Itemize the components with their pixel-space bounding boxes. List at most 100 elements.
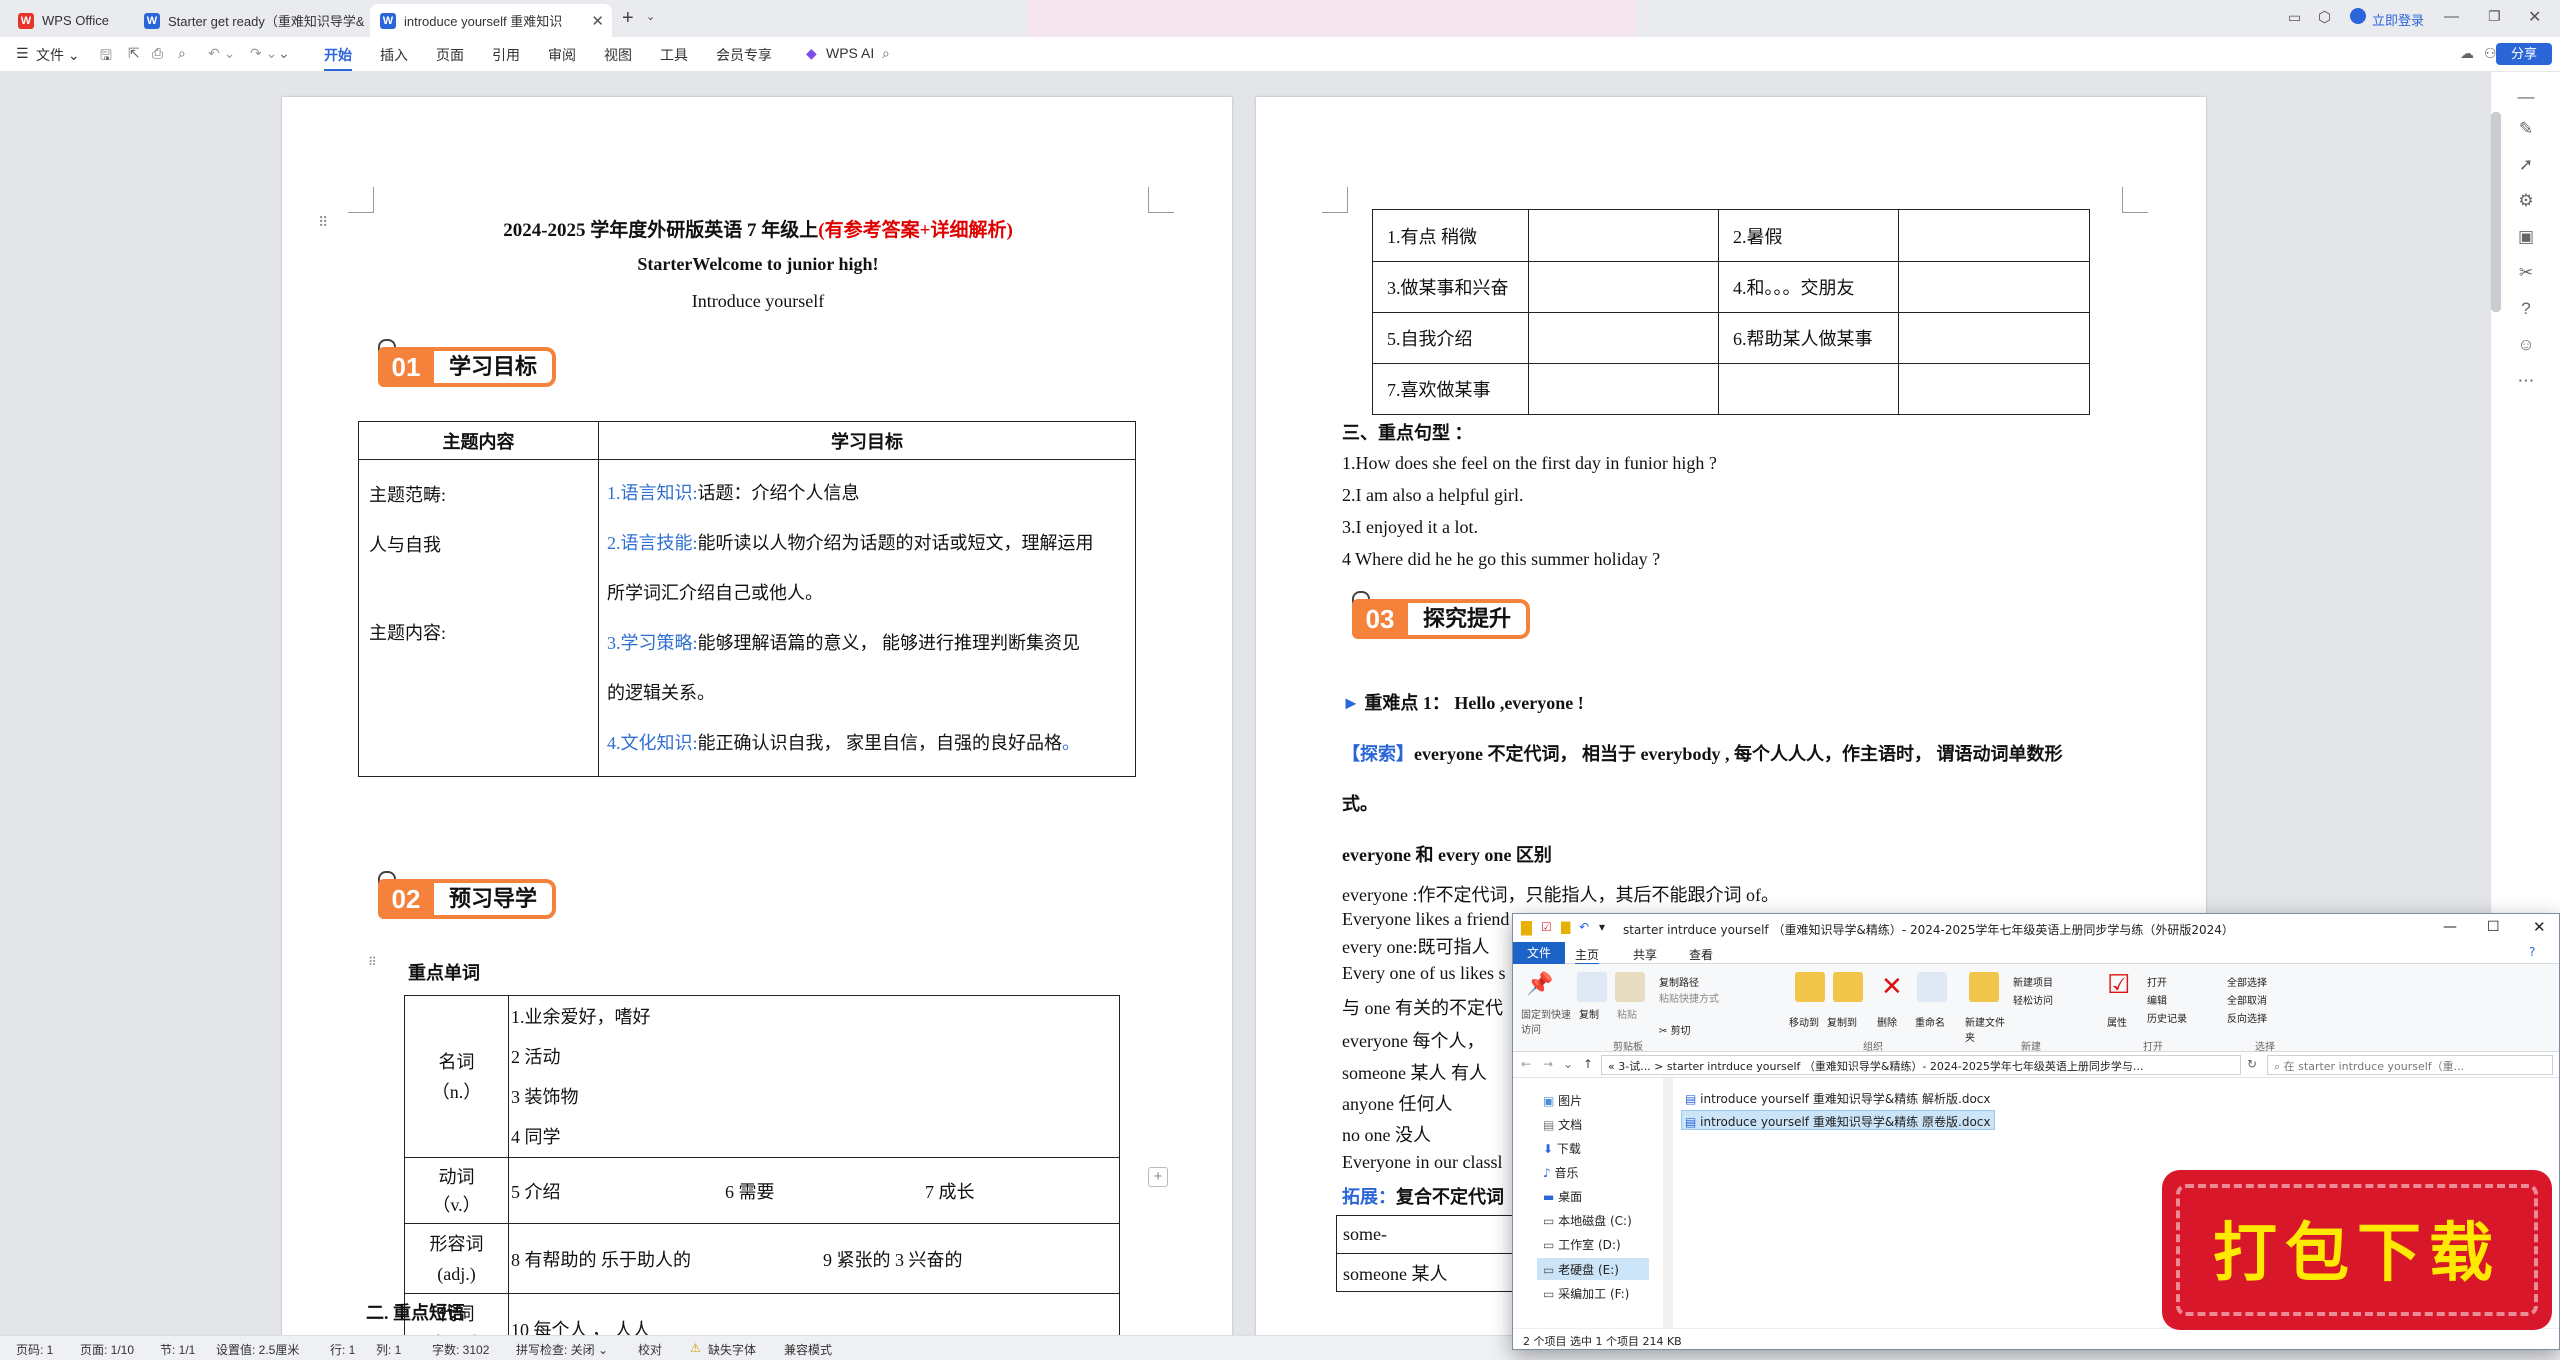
window-layout-icon[interactable]: ▭ xyxy=(2288,9,2301,26)
explorer-tab-view[interactable]: 查看 xyxy=(1689,946,1713,963)
select-all-button[interactable]: 全部选择 xyxy=(2227,974,2267,989)
nav-item-drive-e[interactable]: ▭ 老硬盘 (E:) xyxy=(1543,1261,1619,1278)
status-setting[interactable]: 设置值: 2.5厘米 xyxy=(216,1341,299,1358)
collaborate-icon[interactable]: ⚇ xyxy=(2484,45,2497,62)
status-missing-font[interactable]: 缺失字体 xyxy=(708,1341,756,1358)
user-avatar-icon[interactable] xyxy=(2350,8,2366,24)
paste-icon[interactable] xyxy=(1615,972,1645,1002)
nav-item-drive-d[interactable]: ▭ 工作室 (D:) xyxy=(1543,1236,1621,1253)
chevron-down-icon[interactable]: ▾ xyxy=(1599,920,1605,934)
maximize-icon[interactable]: ☐ xyxy=(2487,919,2500,935)
copy-icon[interactable] xyxy=(1577,972,1607,1002)
status-spellcheck[interactable]: 拼写检查: 关闭 ⌄ xyxy=(516,1341,608,1358)
file-item[interactable]: ▤ introduce yourself 重难知识导学&精练 原卷版.docx xyxy=(1685,1113,1990,1130)
table-handle-icon[interactable]: ⠿ xyxy=(368,955,377,970)
tab-introduce-yourself[interactable]: W introduce yourself 重难知识 ✕ xyxy=(370,4,612,37)
new-item-button[interactable]: 新建项目 xyxy=(2013,974,2053,989)
help-icon[interactable]: ? xyxy=(2529,945,2535,959)
tools-icon[interactable]: ✂ xyxy=(2513,260,2539,286)
explorer-tab-share[interactable]: 共享 xyxy=(1633,946,1657,963)
invert-selection-button[interactable]: 反向选择 xyxy=(2227,1010,2267,1025)
more-icon[interactable]: ⋯ xyxy=(2513,368,2539,394)
copy-path-button[interactable]: 复制路径 xyxy=(1659,974,1699,989)
copy-button[interactable]: 复制 xyxy=(1579,1006,1599,1021)
cube-icon[interactable]: ⬡ xyxy=(2318,8,2331,26)
ribbon-tab-view[interactable]: 视图 xyxy=(604,45,632,65)
history-button[interactable]: 历史记录 xyxy=(2147,1010,2187,1025)
pen-icon[interactable]: ✎ xyxy=(2513,116,2539,142)
forward-arrow-icon[interactable]: → xyxy=(1543,1057,1553,1071)
chevron-down-icon[interactable]: ⌄ xyxy=(1563,1057,1573,1071)
pin-quick-access-button[interactable]: 固定到快速访问 xyxy=(1521,1006,1573,1036)
search-input[interactable]: ⌕ 在 starter intrduce yourself（重... xyxy=(2267,1055,2553,1075)
status-proofread[interactable]: 校对 xyxy=(638,1341,662,1358)
vertical-scrollbar[interactable] xyxy=(2491,112,2501,312)
copy-to-icon[interactable] xyxy=(1833,972,1863,1002)
image-icon[interactable]: ▣ xyxy=(2513,224,2539,250)
explorer-tab-file[interactable]: 文件 xyxy=(1513,942,1565,964)
close-window-icon[interactable]: ✕ xyxy=(2533,918,2546,936)
move-to-icon[interactable] xyxy=(1795,972,1825,1002)
status-word-count[interactable]: 字数: 3102 xyxy=(432,1341,489,1358)
undo-icon[interactable]: ↶ ⌄ xyxy=(208,45,235,62)
select-none-button[interactable]: 全部取消 xyxy=(2227,992,2267,1007)
nav-item-music[interactable]: ♪ 音乐 xyxy=(1543,1164,1579,1181)
status-page[interactable]: 页码: 1 xyxy=(16,1341,53,1358)
nav-item-desktop[interactable]: ▬ 桌面 xyxy=(1543,1188,1582,1205)
delete-button[interactable]: 删除 xyxy=(1877,1014,1897,1029)
cut-button[interactable]: ✂ 剪切 xyxy=(1659,1022,1691,1037)
redo-icon[interactable]: ↷ ⌄ xyxy=(250,45,277,62)
edit-button[interactable]: 编辑 xyxy=(2147,992,2167,1007)
move-to-button[interactable]: 移动到 xyxy=(1789,1014,1819,1029)
close-tab-icon[interactable]: ✕ xyxy=(591,12,604,30)
nav-item-documents[interactable]: ▤ 文档 xyxy=(1543,1116,1582,1133)
paste-button[interactable]: 粘贴 xyxy=(1617,1006,1637,1021)
nav-scrollbar[interactable] xyxy=(1663,1078,1673,1328)
share-button[interactable]: 分享 xyxy=(2496,43,2552,65)
rename-icon[interactable] xyxy=(1917,972,1947,1002)
login-link[interactable]: 立即登录 xyxy=(2372,10,2424,29)
menu-icon[interactable]: ☰ xyxy=(16,45,29,62)
print-icon[interactable]: ⎙ xyxy=(152,45,163,62)
quick-access-icon[interactable]: ☑ xyxy=(1541,920,1552,934)
collapse-icon[interactable]: — xyxy=(2513,84,2539,110)
more-chevron-icon[interactable]: ⌄ xyxy=(278,45,290,62)
status-pages[interactable]: 页面: 1/10 xyxy=(80,1341,134,1358)
address-bar[interactable]: « 3-试... > starter intrduce yourself （重难… xyxy=(1601,1055,2241,1075)
status-compat-mode[interactable]: 兼容模式 xyxy=(784,1341,832,1358)
restore-icon[interactable]: ❐ xyxy=(2488,8,2501,25)
tab-starter-get-ready[interactable]: W Starter get ready（重难知识导学&组 xyxy=(134,4,364,37)
refresh-icon[interactable]: ↻ xyxy=(2247,1057,2257,1071)
ribbon-tab-page[interactable]: 页面 xyxy=(436,45,464,65)
settings-icon[interactable]: ⚙ xyxy=(2513,188,2539,214)
minimize-icon[interactable]: — xyxy=(2443,919,2457,935)
wps-ai-icon[interactable]: ◆ xyxy=(806,45,817,62)
minimize-icon[interactable]: — xyxy=(2444,8,2459,25)
copy-to-button[interactable]: 复制到 xyxy=(1827,1014,1857,1029)
help-icon[interactable]: ? xyxy=(2513,296,2539,322)
save-icon[interactable]: 🖫 xyxy=(100,45,112,69)
new-folder-button[interactable]: 新建文件夹 xyxy=(1965,1014,2005,1044)
rename-button[interactable]: 重命名 xyxy=(1915,1014,1945,1029)
paste-shortcut-button[interactable]: 粘贴快捷方式 xyxy=(1659,990,1719,1005)
undo-icon[interactable]: ↶ xyxy=(1579,920,1589,934)
explorer-tab-home[interactable]: 主页 xyxy=(1575,946,1600,965)
status-row[interactable]: 行: 1 xyxy=(330,1341,355,1358)
nav-item-pictures[interactable]: ▣ 图片 xyxy=(1543,1092,1582,1109)
ribbon-tab-home[interactable]: 开始 xyxy=(324,45,352,71)
ribbon-tab-insert[interactable]: 插入 xyxy=(380,45,408,65)
pin-icon[interactable]: 📌 xyxy=(1525,972,1555,1002)
tab-wps-office[interactable]: W WPS Office xyxy=(8,4,136,37)
new-folder-icon[interactable] xyxy=(1969,972,1999,1002)
chevron-down-icon[interactable]: ⌄ xyxy=(646,10,655,23)
cursor-icon[interactable]: ➚ xyxy=(2513,152,2539,178)
file-menu[interactable]: 文件 ⌄ xyxy=(36,45,80,65)
back-arrow-icon[interactable]: ← xyxy=(1521,1057,1531,1071)
delete-icon[interactable]: ✕ xyxy=(1881,972,1903,1002)
properties-button[interactable]: 属性 xyxy=(2107,1014,2127,1029)
status-section[interactable]: 节: 1/1 xyxy=(160,1341,195,1358)
cloud-icon[interactable]: ☁ xyxy=(2460,45,2474,62)
ribbon-tab-reference[interactable]: 引用 xyxy=(492,45,520,65)
new-folder-icon[interactable]: ▇ xyxy=(1561,920,1570,934)
up-arrow-icon[interactable]: ↑ xyxy=(1583,1057,1593,1071)
